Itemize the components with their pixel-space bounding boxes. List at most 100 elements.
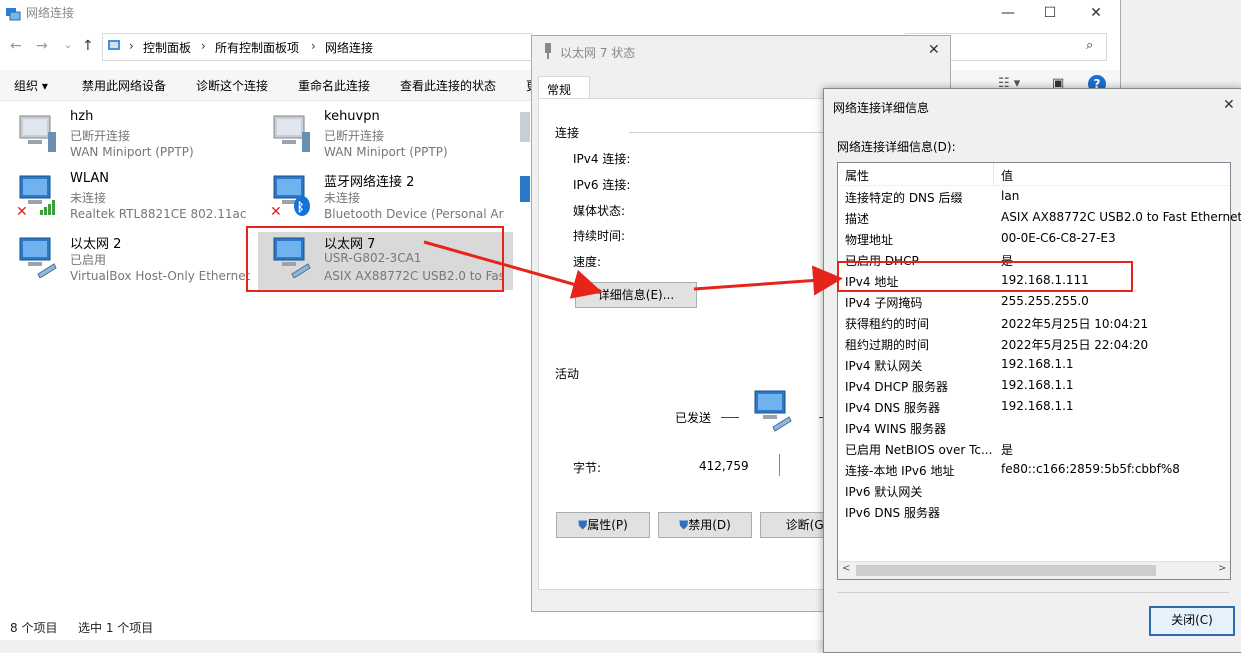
item-count: 8 个项目 <box>10 621 58 635</box>
details-list[interactable]: 属性 值 连接特定的 DNS 后缀 lan 描述 ASIX AX88772C USB2… <box>837 162 1241 580</box>
details-row[interactable]: 物理地址 00-0E-C6-C8-27-E3 <box>838 228 1230 249</box>
forward-icon[interactable]: → <box>36 38 48 54</box>
up-icon[interactable]: ↑ <box>82 38 94 54</box>
connection-item-kehuvpn[interactable]: kehuvpn 已断开连接 WAN Miniport (PPTP) <box>258 108 503 166</box>
details-row[interactable]: IPv4 DHCP 服务器 192.168.1.1 <box>838 375 1230 396</box>
shield-icon: ⛊ <box>679 518 689 532</box>
bluetooth-connection-icon: ✕ ᛒ <box>270 175 310 216</box>
details-button[interactable]: 详细信息(E)... <box>575 282 697 308</box>
row-property: 描述 <box>845 212 870 226</box>
details-row[interactable]: IPv4 WINS 服务器 <box>838 417 1230 438</box>
vpn-connection-icon <box>19 115 56 152</box>
bytes-label: 字节: <box>573 461 602 475</box>
item-name: 蓝牙网络连接 2 <box>324 175 415 190</box>
recent-dropdown-icon[interactable]: ⌄ <box>64 40 72 51</box>
row-property: IPv4 DNS 服务器 <box>845 401 940 415</box>
row-property: IPv6 默认网关 <box>845 485 923 499</box>
item-device: WAN Miniport (PPTP) <box>70 145 194 159</box>
ethernet-connection-icon <box>19 237 57 278</box>
item-name: kehuvpn <box>324 109 380 124</box>
search-icon: ⌕ <box>1086 38 1094 53</box>
connection-item-ethernet-2[interactable]: 以太网 2 已启用 VirtualBox Host-Only Ethernet … <box>4 232 250 290</box>
horizontal-scrollbar[interactable]: < > <box>838 561 1230 579</box>
details-list-label: 网络连接详细信息(D): <box>837 140 956 154</box>
row-value: ASIX AX88772C USB2.0 to Fast Ethernet <box>1001 210 1241 224</box>
scroll-right-icon[interactable]: > <box>1218 563 1226 574</box>
duration-label: 持续时间: <box>573 229 626 243</box>
properties-label: 属性(P) <box>587 518 628 532</box>
row-value: 2022年5月25日 10:04:21 <box>1001 317 1149 331</box>
details-row[interactable]: IPv4 DNS 服务器 192.168.1.1 <box>838 396 1230 417</box>
details-row[interactable]: 连接-本地 IPv6 地址 fe80::c166:2859:5b5f:cbbf%8 <box>838 459 1230 480</box>
rename-button[interactable]: 重命名此连接 <box>298 77 370 94</box>
tab-general-label: 常规 <box>547 83 572 97</box>
vpn-connection-icon <box>273 115 310 152</box>
details-row[interactable]: 连接特定的 DNS 后缀 lan <box>838 186 1230 207</box>
close-dialog-button[interactable]: 关闭(C) <box>1149 606 1235 636</box>
back-icon[interactable]: ← <box>10 38 22 54</box>
row-value: 00-0E-C6-C8-27-E3 <box>1001 231 1116 245</box>
close-button[interactable]: ✕ <box>1073 0 1119 28</box>
item-name: 以太网 2 <box>70 237 122 252</box>
breadcrumb-network[interactable]: 网络连接 <box>325 39 373 56</box>
item-device: Realtek RTL8821CE 802.11ac P... <box>70 207 250 221</box>
connection-item-hzh[interactable]: hzh 已断开连接 WAN Miniport (PPTP) <box>4 108 249 166</box>
column-value[interactable]: 值 <box>1001 167 1013 184</box>
address-bar[interactable]: › 控制面板 › 所有控制面板项 › 网络连接 <box>102 33 532 61</box>
item-device: Bluetooth Device (Personal Ar... <box>324 207 504 221</box>
activity-section-label: 活动 <box>555 367 580 381</box>
connection-item-bluetooth[interactable]: ✕ ᛒ 蓝牙网络连接 2 未连接 Bluetooth Device (Perso… <box>258 170 504 228</box>
speed-label: 速度: <box>573 255 602 269</box>
column-divider[interactable] <box>993 163 994 185</box>
details-dialog-close-icon[interactable]: ✕ <box>1223 97 1235 113</box>
row-property: 已启用 NetBIOS over Tc... <box>845 443 993 457</box>
row-property: 获得租约的时间 <box>845 317 930 331</box>
ipv4-connection-label: IPv4 连接: <box>573 152 631 166</box>
diagnose-button[interactable]: 诊断这个连接 <box>196 77 268 94</box>
connection-section-label: 连接 <box>555 126 580 140</box>
network-activity-icon <box>754 390 792 432</box>
highlight-box-ethernet7 <box>246 226 504 292</box>
maximize-button[interactable]: ☐ <box>1027 0 1073 28</box>
connection-item-wlan[interactable]: ✕ WLAN 未连接 Realtek RTL8821CE 802.11ac P.… <box>4 170 250 228</box>
media-state-label: 媒体状态: <box>573 204 626 218</box>
row-value: fe80::c166:2859:5b5f:cbbf%8 <box>1001 462 1180 476</box>
ethernet-plug-icon <box>545 43 551 59</box>
breadcrumb-all-items[interactable]: 所有控制面板项 <box>215 39 299 56</box>
row-value: 255.255.255.0 <box>1001 294 1089 308</box>
row-property: 物理地址 <box>845 233 894 247</box>
scroll-left-icon[interactable]: < <box>842 563 850 574</box>
svg-text:✕: ✕ <box>270 204 282 216</box>
details-row[interactable]: 租约过期的时间 2022年5月25日 22:04:20 <box>838 333 1230 354</box>
row-property: IPv4 默认网关 <box>845 359 923 373</box>
details-row[interactable]: IPv6 DNS 服务器 <box>838 501 1230 522</box>
row-value: 192.168.1.1 <box>1001 357 1074 371</box>
hidden-item-icon <box>520 176 530 202</box>
breadcrumb-control-panel[interactable]: 控制面板 <box>143 39 191 56</box>
disable-device-button[interactable]: 禁用此网络设备 <box>82 77 166 94</box>
details-row[interactable]: IPv4 默认网关 192.168.1.1 <box>838 354 1230 375</box>
item-device: WAN Miniport (PPTP) <box>324 145 448 159</box>
details-row[interactable]: 描述 ASIX AX88772C USB2.0 to Fast Ethernet <box>838 207 1241 228</box>
divider <box>837 592 1229 593</box>
row-property: IPv4 DHCP 服务器 <box>845 380 949 394</box>
properties-button[interactable]: ⛊属性(P) <box>556 512 650 538</box>
details-row[interactable]: 已启用 NetBIOS over Tc... 是 <box>838 438 1230 459</box>
column-property[interactable]: 属性 <box>845 167 993 184</box>
svg-text:ᛒ: ᛒ <box>297 200 304 214</box>
row-value: 是 <box>1001 443 1014 457</box>
scroll-thumb[interactable] <box>856 565 1156 576</box>
view-status-button[interactable]: 查看此连接的状态 <box>400 77 496 94</box>
minimize-button[interactable]: — <box>985 0 1031 28</box>
row-property: IPv4 WINS 服务器 <box>845 422 947 436</box>
organize-menu[interactable]: 组织 ▾ <box>14 77 48 94</box>
details-row[interactable]: 获得租约的时间 2022年5月25日 10:04:21 <box>838 312 1230 333</box>
item-name: WLAN <box>70 171 110 186</box>
details-row[interactable]: IPv4 子网掩码 255.255.255.0 <box>838 291 1230 312</box>
disable-button[interactable]: ⛊禁用(D) <box>658 512 752 538</box>
status-dialog-close-icon[interactable]: ✕ <box>928 42 940 58</box>
item-status: 已启用 <box>70 253 107 267</box>
control-panel-icon <box>108 40 120 50</box>
row-property: 连接特定的 DNS 后缀 <box>845 191 963 205</box>
details-row[interactable]: IPv6 默认网关 <box>838 480 1230 501</box>
